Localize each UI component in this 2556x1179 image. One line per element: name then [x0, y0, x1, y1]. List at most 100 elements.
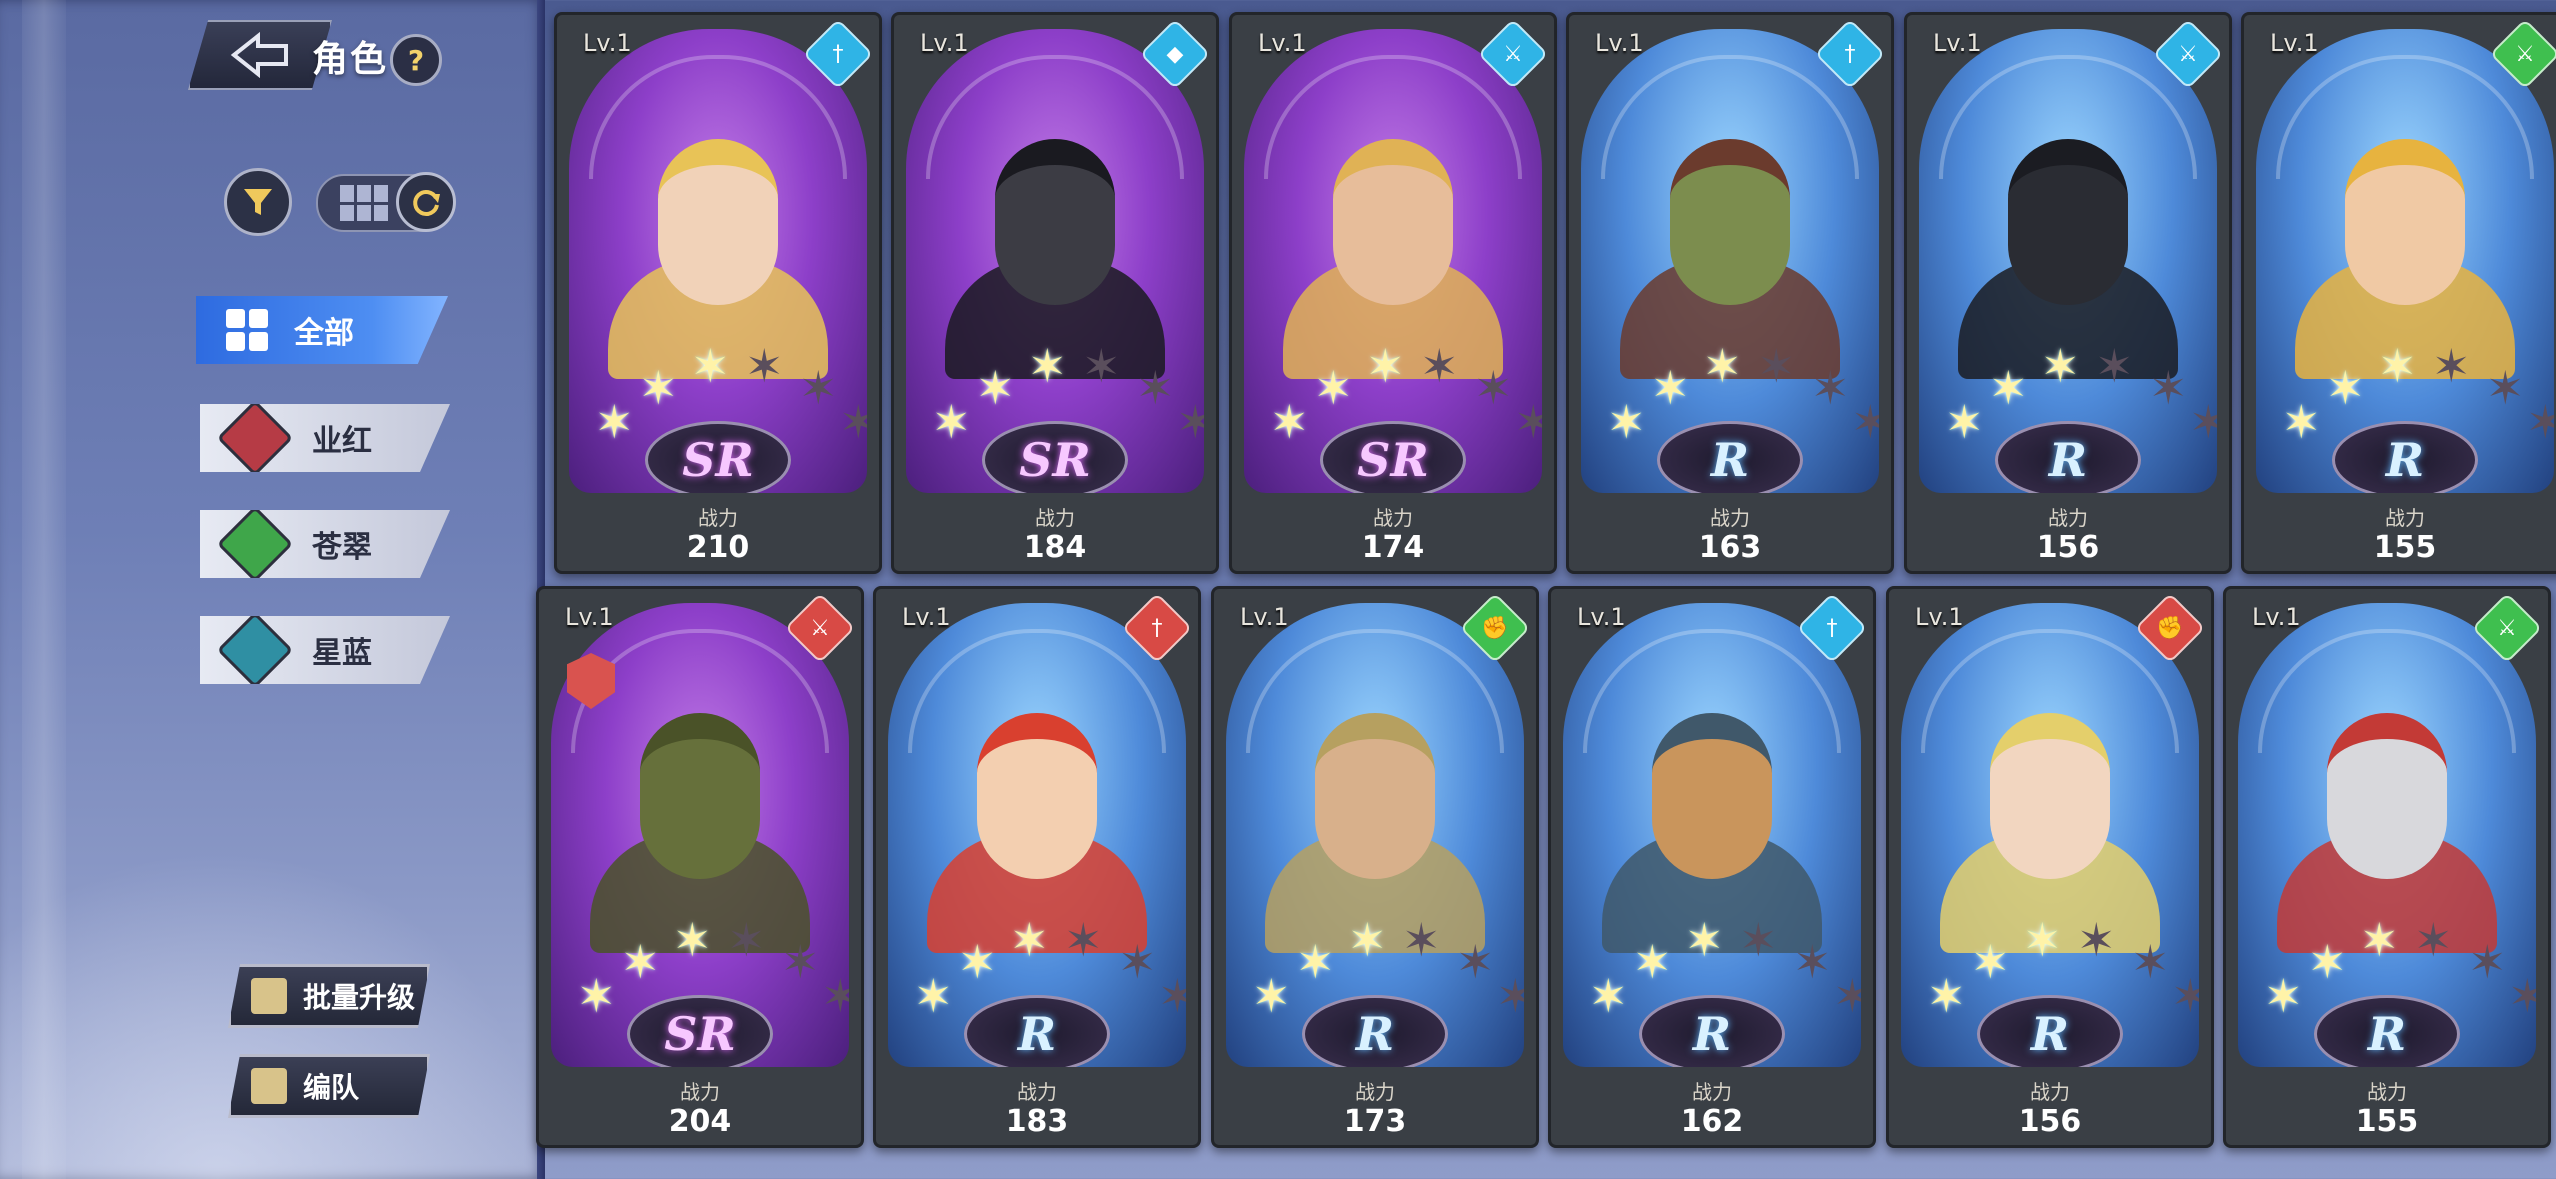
blue-gem-icon: [216, 616, 294, 684]
green-gem-icon: [216, 510, 294, 578]
power-value: 162: [1680, 1104, 1744, 1139]
rank-star-icon: ✶: [2171, 973, 2199, 1019]
rank-star-icon: ✶: [1607, 395, 1646, 449]
help-button[interactable]: ?: [390, 34, 442, 86]
power-value: 156: [2018, 1104, 2082, 1139]
category-all[interactable]: 全部: [196, 296, 448, 364]
back-button[interactable]: [188, 20, 332, 90]
character-portrait: [1620, 99, 1840, 379]
rank-star-icon: ✶: [1010, 913, 1049, 967]
character-portrait: [945, 99, 1165, 379]
rarity-badge: R: [1977, 995, 2123, 1067]
rank-star-icon: ✶: [727, 913, 766, 967]
level-label: Lv.1: [1933, 29, 1982, 57]
power-label: 战力: [1017, 1080, 1057, 1104]
portrait-frame: ✶✶✶✶✶✶ R: [1919, 29, 2217, 493]
rank-star-icon: ✶: [1703, 339, 1742, 393]
rank-star-icon: ✶: [2095, 339, 2134, 393]
rarity-badge: R: [1302, 995, 1448, 1067]
character-card[interactable]: ✶✶✶✶✶✶ R Lv.1 † 战力 163: [1566, 12, 1894, 574]
power-label: 战力: [2048, 506, 2088, 530]
power-label: 战力: [680, 1080, 720, 1104]
rank-star-icon: ✶: [1118, 935, 1157, 989]
filter-button[interactable]: [224, 168, 292, 236]
character-card[interactable]: ✶✶✶✶✶✶ R Lv.1 ✊ 战力 173: [1211, 586, 1539, 1148]
rank-star-icon: ✶: [691, 339, 730, 393]
character-card[interactable]: ✶✶✶✶✶✶ R Lv.1 ⚔ 战力 155: [2223, 586, 2551, 1148]
left-panel: 角色 ? 全部 业红 苍翠 星蓝 批量升级 编队: [0, 0, 545, 1179]
rank-star-icon: ✶: [821, 973, 849, 1019]
rarity-badge: R: [2332, 421, 2478, 493]
funnel-icon: [244, 189, 272, 215]
help-icon: ?: [407, 43, 425, 77]
rank-star-icon: ✶: [1971, 935, 2010, 989]
level-label: Lv.1: [1577, 603, 1626, 631]
power-value: 155: [2355, 1104, 2419, 1139]
portrait-frame: ✶✶✶✶✶✶ SR: [906, 29, 1204, 493]
grid-view-icon: [340, 185, 388, 221]
category-red[interactable]: 业红: [200, 404, 450, 472]
rank-star-icon: ✶: [2360, 913, 2399, 967]
rank-star-icon: ✶: [839, 399, 867, 445]
rank-star-icon: ✶: [1028, 339, 1067, 393]
rank-star-icon: ✶: [745, 339, 784, 393]
character-card[interactable]: ✶✶✶✶✶✶ R Lv.1 † 战力 183: [873, 586, 1201, 1148]
rank-star-icon: ✶: [799, 361, 838, 415]
rank-star-icon: ✶: [2468, 935, 2507, 989]
rank-star-icon: ✶: [1176, 399, 1204, 445]
character-portrait: [1602, 673, 1822, 953]
rank-star-icon: ✶: [914, 969, 953, 1023]
character-card[interactable]: ✶✶✶✶✶✶ R Lv.1 ⚔ 战力 155: [2241, 12, 2556, 574]
rank-star-icon: ✶: [2414, 913, 2453, 967]
rarity-badge: SR: [627, 995, 773, 1067]
character-portrait: [2295, 99, 2515, 379]
character-card[interactable]: ✶✶✶✶✶✶ SR Lv.1 ◆ 战力 184: [891, 12, 1219, 574]
batch-upgrade-button[interactable]: 批量升级: [228, 964, 430, 1028]
rank-star-icon: ✶: [1757, 339, 1796, 393]
team-button[interactable]: 编队: [228, 1054, 430, 1118]
rank-star-icon: ✶: [2077, 913, 2116, 967]
rank-star-icon: ✶: [2023, 913, 2062, 967]
category-blue[interactable]: 星蓝: [200, 616, 450, 684]
rank-star-icon: ✶: [2308, 935, 2347, 989]
rank-star-icon: ✶: [673, 913, 712, 967]
rank-star-icon: ✶: [1496, 973, 1524, 1019]
rank-star-icon: ✶: [1811, 361, 1850, 415]
sort-refresh-button[interactable]: [396, 172, 456, 232]
power-value: 155: [2373, 530, 2437, 565]
rank-star-icon: ✶: [1651, 361, 1690, 415]
rank-star-icon: ✶: [639, 361, 678, 415]
character-card[interactable]: ✶✶✶✶✶✶ R Lv.1 † 战力 162: [1548, 586, 1876, 1148]
character-card[interactable]: ✶✶✶✶✶✶ SR Lv.1 ⚔ 战力 204: [536, 586, 864, 1148]
rank-star-icon: ✶: [2378, 339, 2417, 393]
character-card[interactable]: ✶✶✶✶✶✶ R Lv.1 ⚔ 战力 156: [1904, 12, 2232, 574]
rank-star-icon: ✶: [2508, 973, 2536, 1019]
rarity-badge: SR: [645, 421, 791, 493]
rank-star-icon: ✶: [577, 969, 616, 1023]
rank-star-icon: ✶: [2264, 969, 2303, 1023]
rank-star-icon: ✶: [1252, 969, 1291, 1023]
power-label: 战力: [2030, 1080, 2070, 1104]
power-value: 163: [1698, 530, 1762, 565]
rank-star-icon: ✶: [1420, 339, 1459, 393]
power-value: 210: [686, 530, 750, 565]
character-card[interactable]: ✶✶✶✶✶✶ R Lv.1 ✊ 战力 156: [1886, 586, 2214, 1148]
power-value: 184: [1023, 530, 1087, 565]
character-portrait: [1283, 99, 1503, 379]
power-label: 战力: [1355, 1080, 1395, 1104]
rank-star-icon: ✶: [2282, 395, 2321, 449]
character-card[interactable]: ✶✶✶✶✶✶ SR Lv.1 ⚔ 战力 174: [1229, 12, 1557, 574]
portrait-frame: ✶✶✶✶✶✶ SR: [1244, 29, 1542, 493]
rank-star-icon: ✶: [1314, 361, 1353, 415]
rank-star-icon: ✶: [1366, 339, 1405, 393]
rank-star-icon: ✶: [1945, 395, 1984, 449]
rank-star-icon: ✶: [932, 395, 971, 449]
level-label: Lv.1: [583, 29, 632, 57]
rarity-badge: SR: [1320, 421, 1466, 493]
power-label: 战力: [2385, 506, 2425, 530]
character-card[interactable]: ✶✶✶✶✶✶ SR Lv.1 † 战力 210: [554, 12, 882, 574]
rarity-badge: R: [1657, 421, 1803, 493]
category-green[interactable]: 苍翠: [200, 510, 450, 578]
power-value: 173: [1343, 1104, 1407, 1139]
portrait-frame: ✶✶✶✶✶✶ R: [1563, 603, 1861, 1067]
